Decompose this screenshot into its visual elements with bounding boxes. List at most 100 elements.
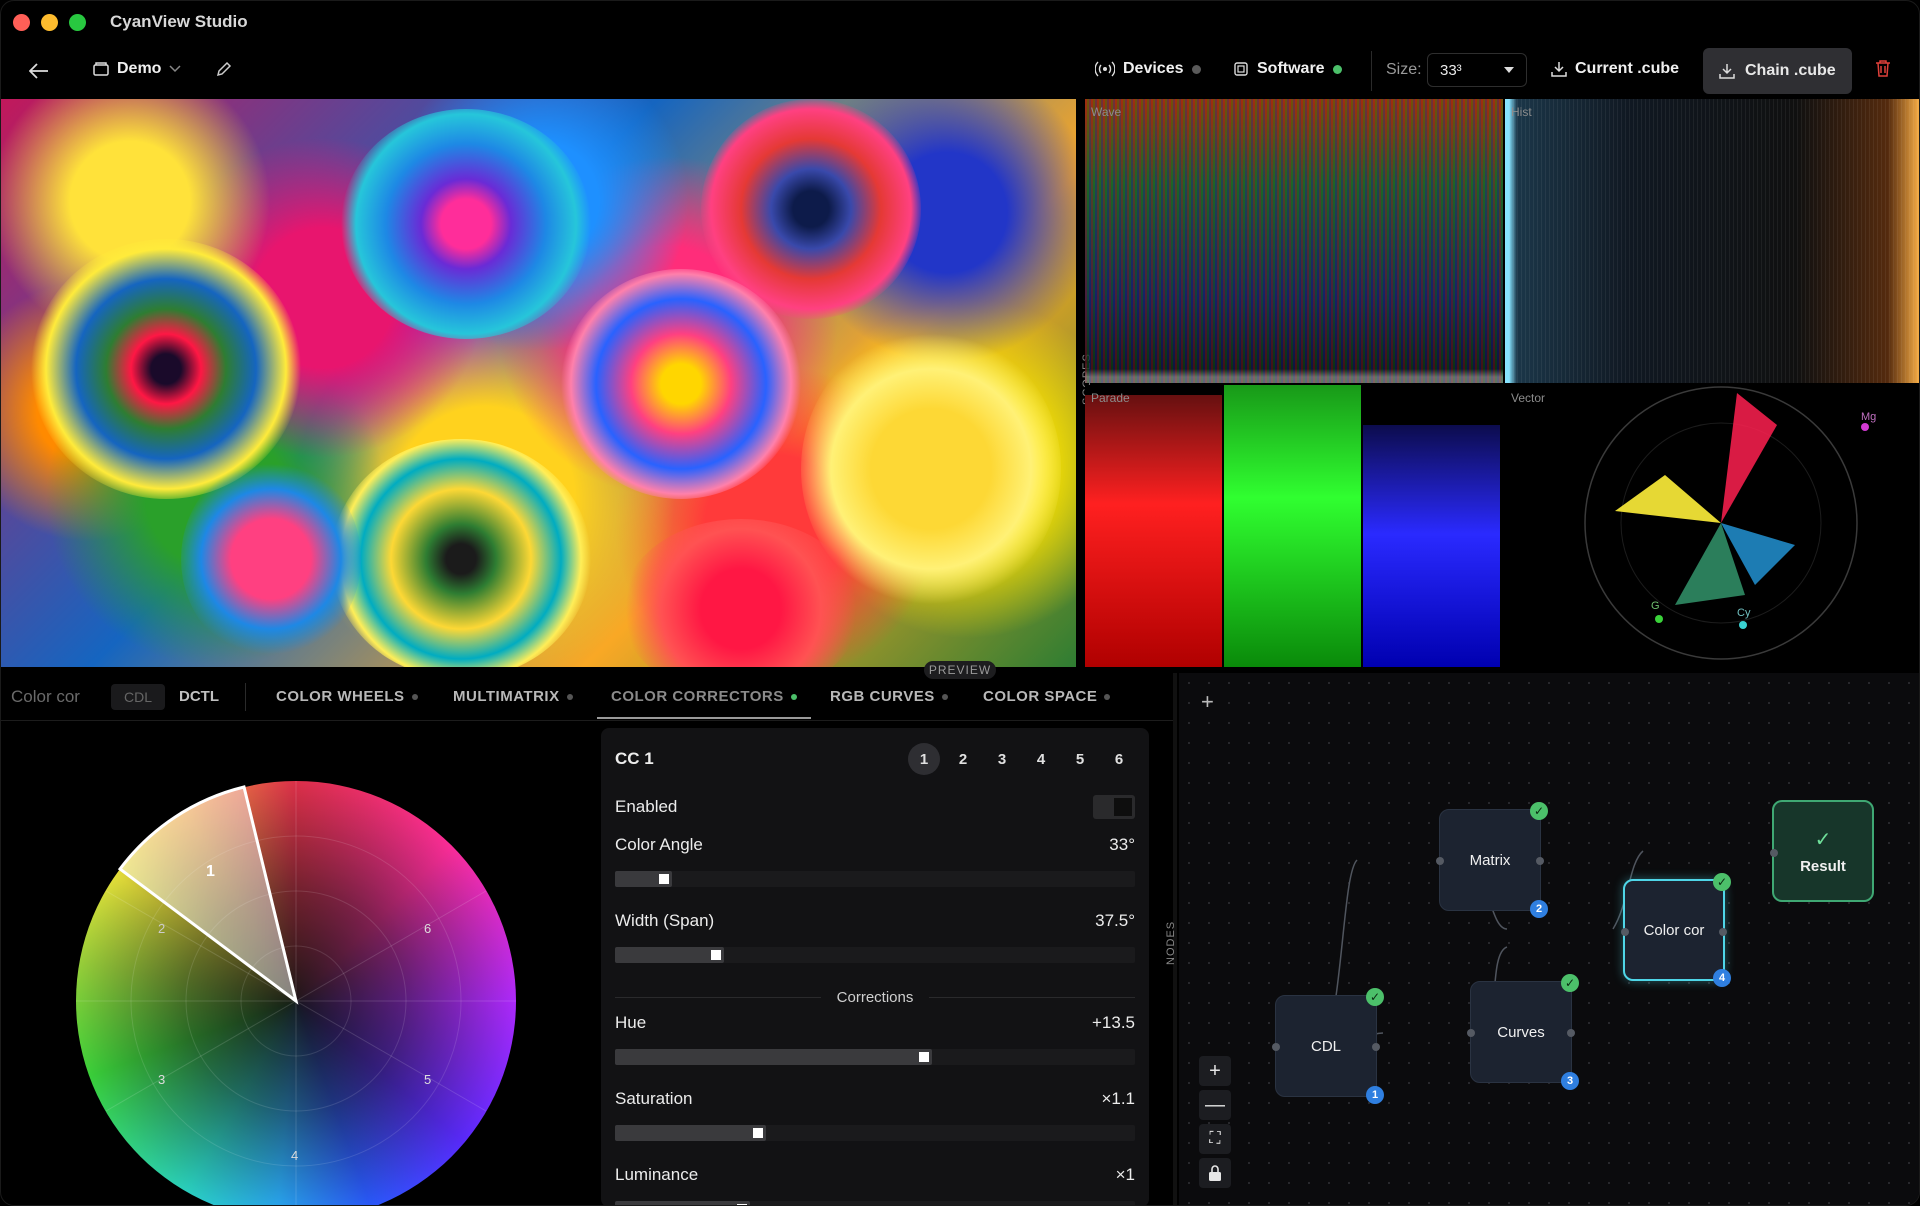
node-ok-icon: ✓ — [1561, 974, 1579, 992]
width-row: Width (Span) 37.5° — [615, 910, 1135, 932]
folder-icon — [93, 62, 109, 76]
color-corrector-panel: CC 1 1 2 3 4 5 6 Enabled Color Angle 33° — [601, 728, 1149, 1205]
node-index-badge: 2 — [1530, 900, 1548, 918]
node-output-port[interactable] — [1567, 1029, 1575, 1037]
devices-label: Devices — [1123, 60, 1184, 77]
node-output-port[interactable] — [1372, 1043, 1380, 1051]
preview-image — [1, 99, 1076, 667]
hue-wheel-area: 1 2 3 4 5 6 — [1, 723, 591, 1205]
luminance-slider[interactable] — [615, 1201, 1135, 1205]
node-output-port[interactable] — [1536, 857, 1544, 865]
enabled-toggle[interactable] — [1093, 795, 1135, 819]
vectorscope: Vector Mg G Cy — [1505, 385, 1919, 667]
zoom-in-button[interactable]: + — [1199, 1056, 1231, 1086]
lock-icon — [1209, 1165, 1221, 1181]
lock-button[interactable] — [1199, 1158, 1231, 1188]
node-matrix[interactable]: Matrix ✓ 2 — [1436, 802, 1548, 918]
tab-cdl[interactable]: CDL — [111, 684, 165, 710]
node-color-cor[interactable]: Color cor ✓ 4 — [1621, 873, 1731, 987]
back-button[interactable] — [25, 58, 53, 84]
node-result[interactable]: ✓ Result — [1770, 800, 1874, 902]
close-window-button[interactable] — [13, 13, 30, 31]
hue-slider[interactable] — [615, 1049, 1135, 1065]
slider-handle[interactable] — [711, 950, 721, 960]
slider-handle[interactable] — [753, 1128, 763, 1138]
cc-number-4[interactable]: 4 — [1025, 743, 1057, 775]
zoom-out-button[interactable]: — — [1199, 1090, 1231, 1120]
hue-label: Hue — [615, 1013, 647, 1032]
pencil-icon — [216, 61, 232, 77]
tab-status-dot — [941, 693, 948, 700]
delete-button[interactable] — [1875, 59, 1897, 81]
cc-number-selector: 1 2 3 4 5 6 — [908, 743, 1135, 775]
tab-color-correctors[interactable]: COLOR CORRECTORS — [611, 688, 797, 705]
node-input-port[interactable] — [1621, 928, 1629, 936]
node-ok-icon: ✓ — [1713, 873, 1731, 891]
node-input-port[interactable] — [1770, 849, 1778, 857]
tab-color-space[interactable]: COLOR SPACE — [983, 688, 1111, 705]
hue-wheel[interactable]: 1 2 3 4 5 6 — [76, 781, 516, 1205]
slider-handle[interactable] — [659, 874, 669, 884]
cc-number-1[interactable]: 1 — [908, 743, 940, 775]
scopes-panel: SCOPES Wave Hist Parade — [1081, 99, 1919, 667]
chain-cube-button[interactable]: Chain .cube — [1703, 48, 1852, 94]
luminance-value: ×1 — [1115, 1165, 1135, 1184]
minimize-window-button[interactable] — [41, 13, 58, 31]
hist-label: Hist — [1511, 105, 1532, 119]
node-input-port[interactable] — [1436, 857, 1444, 865]
project-selector[interactable]: Demo — [93, 60, 181, 78]
parade-label: Parade — [1091, 391, 1130, 405]
tab-status-dot — [566, 693, 573, 700]
cc-number-6[interactable]: 6 — [1103, 743, 1135, 775]
corrections-label: Corrections — [836, 988, 914, 1006]
size-select[interactable]: 33³ — [1427, 53, 1527, 87]
node-input-port[interactable] — [1467, 1029, 1475, 1037]
hue-row: Hue +13.5 — [615, 1012, 1135, 1034]
software-label: Software — [1257, 60, 1325, 77]
panel-title: Color cor — [11, 686, 80, 706]
tab-color-wheels[interactable]: COLOR WHEELS — [276, 688, 418, 705]
chip-icon — [1234, 62, 1248, 76]
size-value: 33³ — [1440, 61, 1462, 79]
current-cube-button[interactable]: Current .cube — [1551, 60, 1679, 78]
saturation-value: ×1.1 — [1101, 1089, 1135, 1108]
cc-title: CC 1 — [615, 749, 654, 768]
cc-header: CC 1 1 2 3 4 5 6 — [615, 742, 1135, 776]
node-ok-icon: ✓ — [1366, 988, 1384, 1006]
segment-6-label: 6 — [424, 921, 432, 936]
rename-button[interactable] — [215, 60, 237, 82]
window-controls — [13, 13, 86, 31]
tab-dctl[interactable]: DCTL — [179, 688, 219, 705]
color-angle-value: 33° — [1109, 835, 1135, 854]
tab-rgb-curves[interactable]: RGB CURVES — [830, 688, 948, 705]
cc-number-3[interactable]: 3 — [986, 743, 1018, 775]
cc-number-5[interactable]: 5 — [1064, 743, 1096, 775]
tab-status-dot — [411, 693, 418, 700]
node-output-port[interactable] — [1719, 928, 1727, 936]
chain-cube-label: Chain .cube — [1745, 62, 1836, 79]
devices-button[interactable]: Devices — [1095, 60, 1201, 78]
node-input-port[interactable] — [1272, 1043, 1280, 1051]
current-cube-label: Current .cube — [1575, 60, 1680, 77]
color-angle-slider[interactable] — [615, 871, 1135, 887]
vector-mark-mg: Mg — [1861, 411, 1877, 423]
node-ok-icon: ✓ — [1530, 802, 1548, 820]
broadcast-icon — [1095, 61, 1115, 77]
node-cdl[interactable]: CDL ✓ 1 — [1272, 988, 1384, 1104]
zoom-window-button[interactable] — [69, 13, 86, 31]
corrections-divider: Corrections — [615, 985, 1136, 1009]
width-slider[interactable] — [615, 947, 1135, 963]
toolbar-divider — [1371, 51, 1372, 91]
slider-handle[interactable] — [919, 1052, 929, 1062]
saturation-slider[interactable] — [615, 1125, 1135, 1141]
title-bar: CyanView Studio — [1, 1, 1919, 43]
color-angle-row: Color Angle 33° — [615, 834, 1135, 856]
saturation-row: Saturation ×1.1 — [615, 1088, 1135, 1110]
tab-multimatrix[interactable]: MULTIMATRIX — [453, 688, 573, 705]
segment-4-label: 4 — [291, 1148, 299, 1163]
segment-3-label: 3 — [158, 1072, 166, 1087]
software-button[interactable]: Software — [1233, 60, 1342, 78]
cc-number-2[interactable]: 2 — [947, 743, 979, 775]
node-curves[interactable]: Curves ✓ 3 — [1467, 974, 1579, 1090]
fit-view-button[interactable]: ⛶ — [1199, 1124, 1231, 1154]
